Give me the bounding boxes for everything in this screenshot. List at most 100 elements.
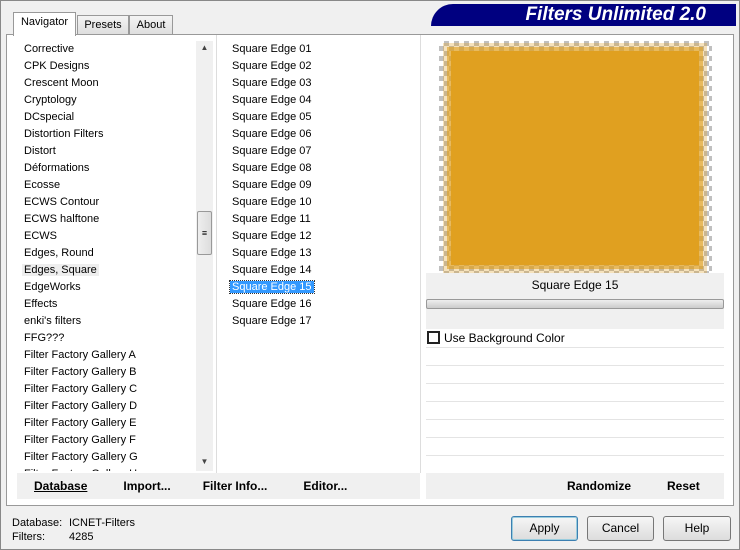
list-item[interactable]: Square Edge 16 (227, 296, 417, 313)
divider (426, 437, 724, 438)
list-item[interactable]: Square Edge 10 (227, 194, 417, 211)
list-item[interactable]: Effects (19, 296, 196, 313)
list-item[interactable]: Square Edge 11 (227, 211, 417, 228)
list-item-label: Filter Factory Gallery G (24, 451, 138, 463)
list-item-label: Square Edge 04 (232, 94, 312, 106)
preview-slider[interactable] (426, 299, 724, 309)
list-item[interactable]: Distortion Filters (19, 126, 196, 143)
tab-presets[interactable]: Presets (77, 15, 129, 35)
list-item[interactable]: Square Edge 05 (227, 109, 417, 126)
list-item[interactable]: Ecosse (19, 177, 196, 194)
list-item[interactable]: Square Edge 06 (227, 126, 417, 143)
list-item-label: Square Edge 08 (232, 162, 312, 174)
list-item[interactable]: Edges, Round (19, 245, 196, 262)
list-item[interactable]: Square Edge 04 (227, 92, 417, 109)
list-item[interactable]: enki's filters (19, 313, 196, 330)
list-item-label: EdgeWorks (24, 281, 81, 293)
preview-fill (451, 51, 699, 265)
import-button[interactable]: Import... (123, 479, 170, 493)
list-item[interactable]: Filter Factory Gallery A (19, 347, 196, 364)
list-item[interactable]: Square Edge 14 (227, 262, 417, 279)
list-item-label: Square Edge 07 (232, 145, 312, 157)
right-button-bar: Randomize Reset (426, 473, 724, 499)
preview-filter-name: Square Edge 15 (426, 273, 724, 297)
list-item[interactable]: ECWS (19, 228, 196, 245)
list-item[interactable]: ECWS Contour (19, 194, 196, 211)
list-item[interactable]: Square Edge 08 (227, 160, 417, 177)
divider (426, 455, 724, 456)
list-item-label: FFG??? (24, 332, 65, 344)
list-item[interactable]: Square Edge 07 (227, 143, 417, 160)
list-item-label: Filter Factory Gallery D (24, 400, 138, 412)
randomize-button[interactable]: Randomize (567, 479, 631, 493)
list-item[interactable]: Edges, Square (19, 262, 196, 279)
list-item-label: ECWS Contour (24, 196, 100, 208)
editor-button[interactable]: Editor... (303, 479, 347, 493)
list-item[interactable]: CPK Designs (19, 58, 196, 75)
list-item[interactable]: Square Edge 17 (227, 313, 417, 330)
list-item-label: Filter Factory Gallery H (24, 468, 137, 471)
list-item-label: Distort (24, 145, 56, 157)
filter-list[interactable]: Square Edge 01 Square Edge 02 Square Edge … (227, 41, 417, 471)
cancel-button[interactable]: Cancel (587, 516, 654, 541)
list-item[interactable]: ECWS halftone (19, 211, 196, 228)
use-bg-checkbox[interactable] (427, 331, 440, 344)
list-item[interactable]: Square Edge 03 (227, 75, 417, 92)
help-button[interactable]: Help (663, 516, 731, 541)
list-item-label: Square Edge 17 (232, 315, 312, 327)
divider (216, 35, 217, 473)
list-item-label: Distortion Filters (24, 128, 104, 140)
list-item[interactable]: Square Edge 02 (227, 58, 417, 75)
list-item[interactable]: Square Edge 13 (227, 245, 417, 262)
list-item-label: Square Edge 15 (229, 280, 315, 294)
list-item[interactable]: EdgeWorks (19, 279, 196, 296)
list-item[interactable]: Square Edge 12 (227, 228, 417, 245)
list-item[interactable]: Square Edge 15 (227, 279, 417, 296)
tab-about[interactable]: About (129, 15, 173, 35)
list-item-label: Square Edge 09 (232, 179, 312, 191)
list-item-label: Filter Factory Gallery C (24, 383, 138, 395)
list-item[interactable]: Filter Factory Gallery H (19, 466, 196, 471)
reset-button[interactable]: Reset (667, 479, 700, 493)
list-item-label: Corrective (24, 43, 75, 55)
list-item[interactable]: Filter Factory Gallery B (19, 364, 196, 381)
list-item[interactable]: Crescent Moon (19, 75, 196, 92)
list-item[interactable]: Déformations (19, 160, 196, 177)
list-item-label: Filter Factory Gallery E (24, 417, 137, 429)
list-item[interactable]: Corrective (19, 41, 196, 58)
list-item-label: ECWS (24, 230, 57, 242)
divider (426, 419, 724, 420)
list-item[interactable]: Square Edge 09 (227, 177, 417, 194)
scroll-thumb[interactable]: ≡ (197, 211, 212, 255)
list-item-label: Filter Factory Gallery B (24, 366, 137, 378)
list-item-label: Square Edge 06 (232, 128, 312, 140)
scroll-down-icon[interactable]: ▼ (196, 457, 213, 466)
status-filters-value: 4285 (69, 531, 94, 543)
list-item-label: Square Edge 12 (232, 230, 312, 242)
list-item[interactable]: Square Edge 01 (227, 41, 417, 58)
list-item[interactable]: Filter Factory Gallery E (19, 415, 196, 432)
list-item[interactable]: Distort (19, 143, 196, 160)
app-banner: Filters Unlimited 2.0 (431, 4, 736, 26)
list-item-label: Crescent Moon (24, 77, 99, 89)
list-item[interactable]: FFG??? (19, 330, 196, 347)
list-item[interactable]: Filter Factory Gallery D (19, 398, 196, 415)
apply-button[interactable]: Apply (511, 516, 578, 541)
filter-info-button[interactable]: Filter Info... (203, 479, 268, 493)
list-item[interactable]: Filter Factory Gallery F (19, 432, 196, 449)
tab-navigator[interactable]: Navigator (13, 12, 76, 36)
category-scrollbar[interactable]: ▲ ≡ ▼ (196, 41, 213, 471)
list-item[interactable]: DCspecial (19, 109, 196, 126)
list-item[interactable]: Cryptology (19, 92, 196, 109)
list-item-label: Square Edge 11 (232, 213, 311, 225)
divider (426, 401, 724, 402)
list-item-label: Square Edge 13 (232, 247, 312, 259)
divider (426, 383, 724, 384)
scroll-up-icon[interactable]: ▲ (196, 43, 213, 52)
list-item[interactable]: Filter Factory Gallery G (19, 449, 196, 466)
list-item-label: Square Edge 16 (232, 298, 312, 310)
list-item[interactable]: Filter Factory Gallery C (19, 381, 196, 398)
database-button[interactable]: Database (34, 479, 87, 493)
category-list[interactable]: Corrective CPK Designs Crescent Moon Crypto… (19, 41, 196, 471)
list-item-label: Cryptology (24, 94, 77, 106)
